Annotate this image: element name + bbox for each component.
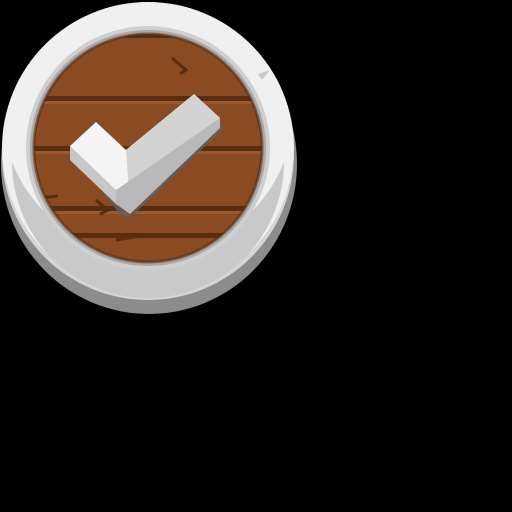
confirm-checkmark-button[interactable] xyxy=(0,0,300,320)
confirm-button-graphic xyxy=(1,2,297,314)
game-ui-canvas xyxy=(0,0,512,512)
